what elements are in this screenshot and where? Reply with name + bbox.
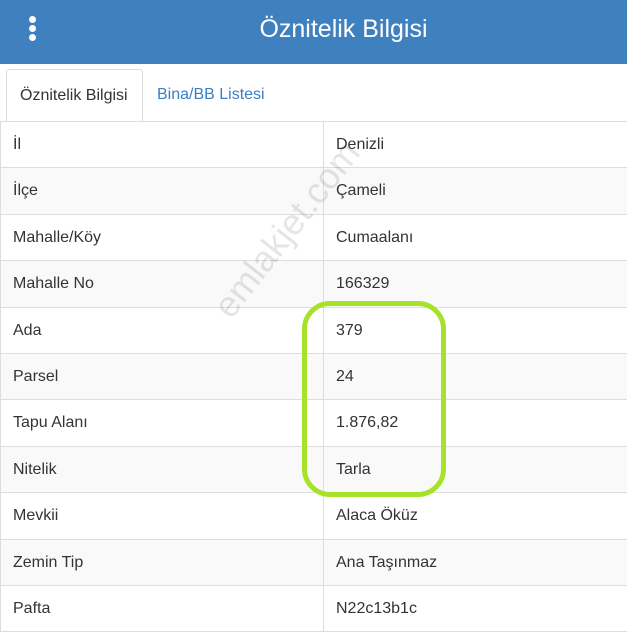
attribute-label: Mahalle/Köy [0,214,324,261]
attribute-value: 379 [336,321,363,339]
attribute-value: 166329 [336,275,390,293]
tab-attribute-info[interactable]: Öznitelik Bilgisi [6,69,143,123]
table-row: İl Denizli [0,122,627,169]
attribute-label: Zemin Tip [0,539,324,585]
attribute-value: 1.876,82 [336,414,399,432]
attribute-value: Ana Taşınmaz [336,553,438,571]
attribute-value: Çameli [336,182,386,200]
attribute-value: 24 [336,367,354,385]
table-row: Ada 379 [0,307,627,354]
table-row: Mahalle No 166329 [0,261,627,308]
attribute-label: Ada [0,307,324,353]
attribute-value: Alaca Öküz [336,507,418,525]
tab-building-list[interactable]: Bina/BB Listesi [144,69,278,122]
attribute-label: Mevkii [0,493,324,539]
attribute-label: İl [0,122,324,168]
attribute-value: Tarla [336,460,371,478]
attribute-label: Parsel [0,353,324,400]
table-row: Tapu Alanı 1.876,82 [0,400,627,447]
attribute-table: İl Denizli İlçe Çameli Mahalle/Köy Cumaa… [0,121,627,633]
table-row: Parsel 24 [0,353,627,401]
attribute-label: Pafta [0,585,324,632]
table-row: Mahalle/Köy Cumaalanı [0,214,627,262]
attribute-value: Denizli [336,136,385,153]
table-row: İlçe Çameli [0,168,627,215]
table-row: Zemin Tip Ana Taşınmaz [0,539,627,586]
tab-bar: Öznitelik Bilgisi Bina/BB Listesi [0,64,627,123]
attribute-label: İlçe [0,168,324,214]
table-row: Nitelik Tarla [0,446,627,494]
attribute-value: Cumaalanı [336,228,414,246]
attribute-label: Nitelik [0,446,324,493]
attribute-value: N22c13b1c [336,599,417,617]
attribute-info-panel: Öznitelik Bilgisi Öznitelik Bilgisi Bina… [0,0,627,634]
table-row: Mevkii Alaca Öküz [0,493,627,540]
page-title: Öznitelik Bilgisi [259,15,428,43]
attribute-label: Mahalle No [0,261,324,307]
attribute-label: Tapu Alanı [0,400,324,446]
header-bar: Öznitelik Bilgisi [0,0,627,64]
table-row: Pafta N22c13b1c [0,585,627,633]
